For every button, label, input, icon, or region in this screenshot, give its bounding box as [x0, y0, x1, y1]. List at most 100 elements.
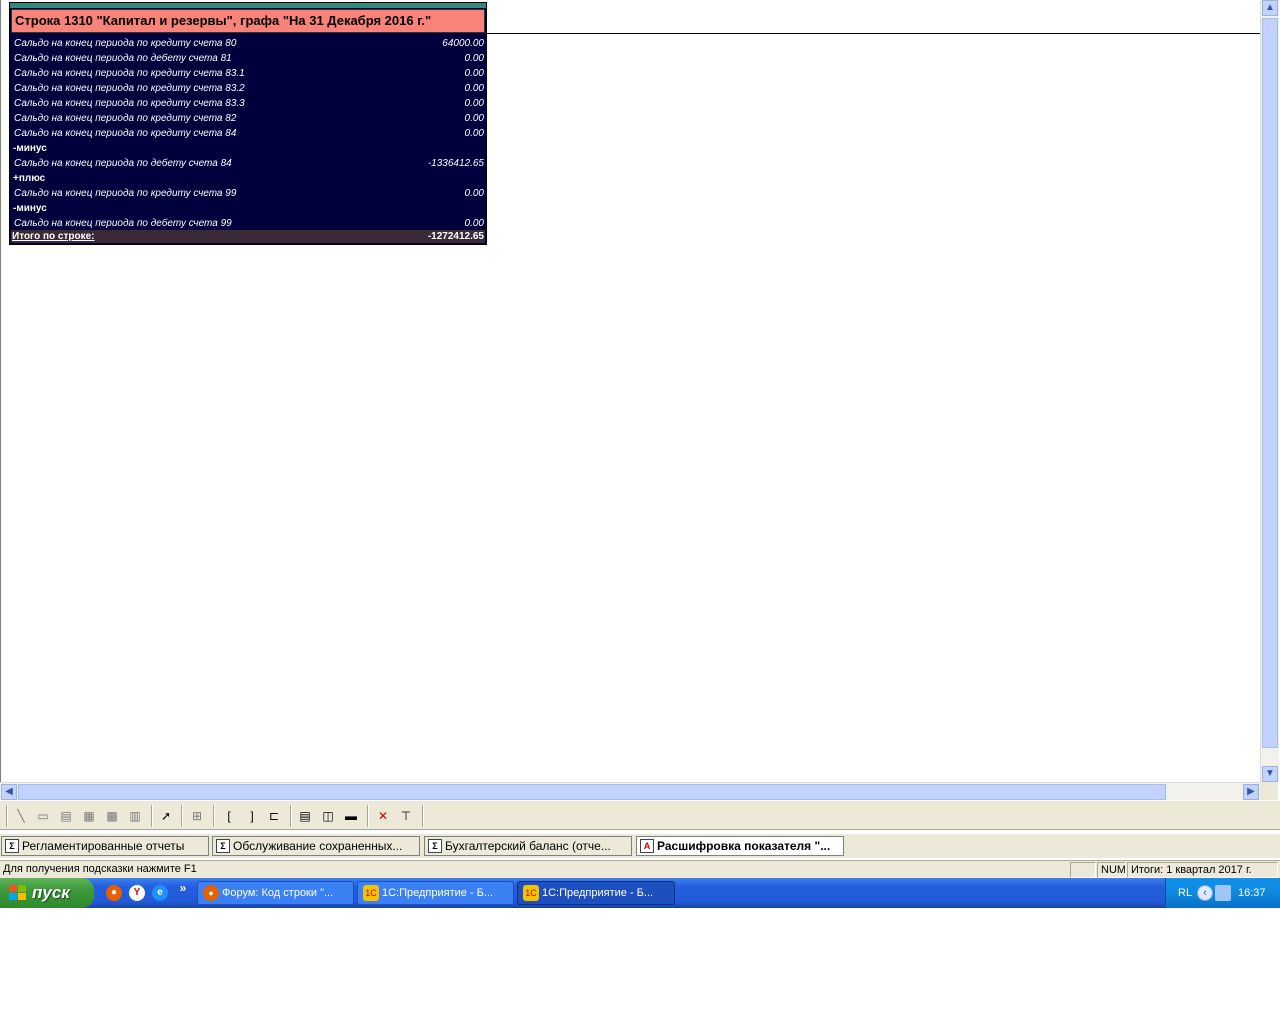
more-quicklaunch-button[interactable]: »: [177, 880, 189, 896]
popup-top-strip: [10, 3, 486, 8]
text-tool-icon[interactable]: ▤: [57, 807, 75, 825]
picture-tool-icon[interactable]: ▦: [80, 807, 98, 825]
toolbar-separator: [151, 805, 153, 827]
popup-row: Сальдо на конец периода по кредиту счета…: [12, 111, 484, 126]
taskbar-button-label: 1С:Предприятие - Б...: [542, 887, 654, 899]
vertical-scroll-thumb[interactable]: [1262, 18, 1278, 748]
window-tabs: Σ Регламентированные отчеты Σ Обслуживание…: [0, 834, 1280, 858]
chart-tool-icon[interactable]: ▥: [126, 807, 144, 825]
1c-icon: 1С: [523, 885, 539, 901]
row-value: 0.00: [464, 188, 484, 199]
table-header-icon[interactable]: ▤: [296, 807, 314, 825]
align-icon[interactable]: ⊏: [265, 807, 283, 825]
document-divider-line: [486, 33, 1261, 34]
internet-explorer-icon[interactable]: e: [152, 885, 168, 901]
horizontal-scrollbar[interactable]: ◀ ▶: [0, 782, 1260, 801]
bracket-left-icon[interactable]: [: [220, 807, 238, 825]
row-label: +плюс: [13, 173, 46, 184]
popup-row: Сальдо на конец периода по кредиту счета…: [12, 36, 484, 51]
language-indicator[interactable]: RL: [1178, 878, 1192, 908]
row-value: 0.00: [464, 68, 484, 79]
tab-saved-reports-service[interactable]: Σ Обслуживание сохраненных...: [212, 836, 420, 856]
scroll-up-button[interactable]: ▲: [1262, 0, 1278, 16]
row-value: 0.00: [464, 128, 484, 139]
tab-label: Расшифровка показателя "...: [657, 839, 831, 853]
popup-row: Сальдо на конец периода по кредиту счета…: [12, 186, 484, 201]
start-button[interactable]: пуск: [0, 878, 94, 908]
popup-group-row: -минус: [12, 141, 484, 156]
ruler-icon[interactable]: ▬: [342, 807, 360, 825]
tab-regulated-reports[interactable]: Σ Регламентированные отчеты: [1, 836, 209, 856]
firefox-icon[interactable]: ●: [106, 885, 122, 901]
tab-label: Бухгалтерский баланс (отче...: [445, 839, 611, 853]
status-bar: Для получения подсказки нажмите F1 NUM И…: [0, 860, 1280, 879]
row-label: Сальдо на конец периода по кредиту счета…: [14, 68, 245, 79]
report-icon: A: [640, 839, 654, 853]
grid-off-icon[interactable]: ✕: [374, 807, 392, 825]
fixed-table-icon[interactable]: ⊤: [397, 807, 415, 825]
grid-tool-icon[interactable]: ⊞: [188, 807, 206, 825]
row-value: 0.00: [464, 53, 484, 64]
popup-row: Сальдо на конец периода по кредиту счета…: [12, 66, 484, 81]
status-empty-panel: [1070, 862, 1096, 878]
scroll-right-button[interactable]: ▶: [1243, 784, 1259, 800]
sigma-icon: Σ: [5, 839, 19, 853]
row-label: Сальдо на конец периода по дебету счета …: [14, 218, 232, 229]
popup-total-row: Итого по строке: -1272412.65: [11, 230, 485, 243]
taskbar-button-label: Форум: Код строки "...: [222, 887, 334, 899]
row-label: Сальдо на конец периода по кредиту счета…: [14, 83, 245, 94]
row-value: 0.00: [464, 113, 484, 124]
pointer-tool-icon[interactable]: ➚: [157, 807, 175, 825]
start-label: пуск: [32, 883, 70, 902]
row-label: Сальдо на конец периода по кредиту счета…: [14, 38, 237, 49]
row-label: Сальдо на конец периода по дебету счета …: [14, 158, 232, 169]
scroll-left-button[interactable]: ◀: [1, 784, 17, 800]
row-label: Сальдо на конец периода по кредиту счета…: [14, 128, 237, 139]
table-layout-icon[interactable]: ◫: [319, 807, 337, 825]
tab-balance-sheet[interactable]: Σ Бухгалтерский баланс (отче...: [424, 836, 632, 856]
total-label: Итого по строке:: [12, 231, 95, 242]
vertical-scrollbar[interactable]: ▲ ▼: [1260, 0, 1279, 782]
taskbar-button-1c-1[interactable]: 1С 1С:Предприятие - Б...: [357, 881, 514, 905]
toolbar-separator: [367, 805, 369, 827]
popup-row: Сальдо на конец периода по кредиту счета…: [12, 96, 484, 111]
taskbar: пуск ● Y e » ● Форум: Код строки "... 1С 1…: [0, 878, 1280, 908]
row-label: Сальдо на конец периода по кредиту счета…: [14, 188, 237, 199]
bracket-right-icon[interactable]: ]: [243, 807, 261, 825]
tray-expand-icon[interactable]: ‹: [1197, 885, 1213, 901]
taskbar-button-label: 1С:Предприятие - Б...: [382, 887, 494, 899]
row-label: Сальдо на конец периода по кредиту счета…: [14, 98, 245, 109]
row-label: Сальдо на конец периода по кредиту счета…: [14, 113, 237, 124]
tab-label: Регламентированные отчеты: [22, 839, 185, 853]
popup-group-row: +плюс: [12, 171, 484, 186]
popup-group-row: -минус: [12, 201, 484, 216]
tab-indicator-drilldown[interactable]: A Расшифровка показателя "...: [636, 836, 844, 856]
rectangle-tool-icon[interactable]: ▭: [34, 807, 52, 825]
row-value: 0.00: [464, 83, 484, 94]
popup-row: Сальдо на конец периода по дебету счета …: [12, 216, 484, 230]
network-icon[interactable]: [1215, 885, 1231, 901]
sigma-icon: Σ: [428, 839, 442, 853]
taskbar-button-1c-2[interactable]: 1С 1С:Предприятие - Б...: [517, 881, 675, 905]
horizontal-scroll-thumb[interactable]: [18, 784, 1166, 800]
row-value: 0.00: [464, 218, 484, 229]
row-label: Сальдо на конец периода по дебету счета …: [14, 53, 232, 64]
status-num-lock: NUM: [1097, 862, 1126, 878]
sigma-icon: Σ: [216, 839, 230, 853]
ole-object-icon[interactable]: ▩: [103, 807, 121, 825]
popup-row: Сальдо на конец периода по кредиту счета…: [12, 126, 484, 141]
scroll-down-button[interactable]: ▼: [1262, 766, 1278, 782]
toolbar-separator: [181, 805, 183, 827]
line-tool-icon[interactable]: ╲: [12, 807, 30, 825]
popup-rows: Сальдо на конец периода по кредиту счета…: [12, 36, 484, 230]
report-document[interactable]: Строка 1310 "Капитал и резервы", графа "…: [0, 0, 1261, 782]
toolbar-separator: [290, 805, 292, 827]
toolbar-separator: [6, 805, 8, 827]
popup-row: Сальдо на конец периода по дебету счета …: [12, 51, 484, 66]
yandex-icon[interactable]: Y: [129, 885, 145, 901]
drilldown-popup: Строка 1310 "Капитал и резервы", графа "…: [9, 2, 487, 245]
taskbar-button-forum[interactable]: ● Форум: Код строки "...: [197, 881, 354, 905]
status-hint: Для получения подсказки нажмите F1: [3, 863, 197, 875]
popup-title: Строка 1310 "Капитал и резервы", графа "…: [11, 9, 485, 33]
row-label: -минус: [13, 203, 47, 214]
